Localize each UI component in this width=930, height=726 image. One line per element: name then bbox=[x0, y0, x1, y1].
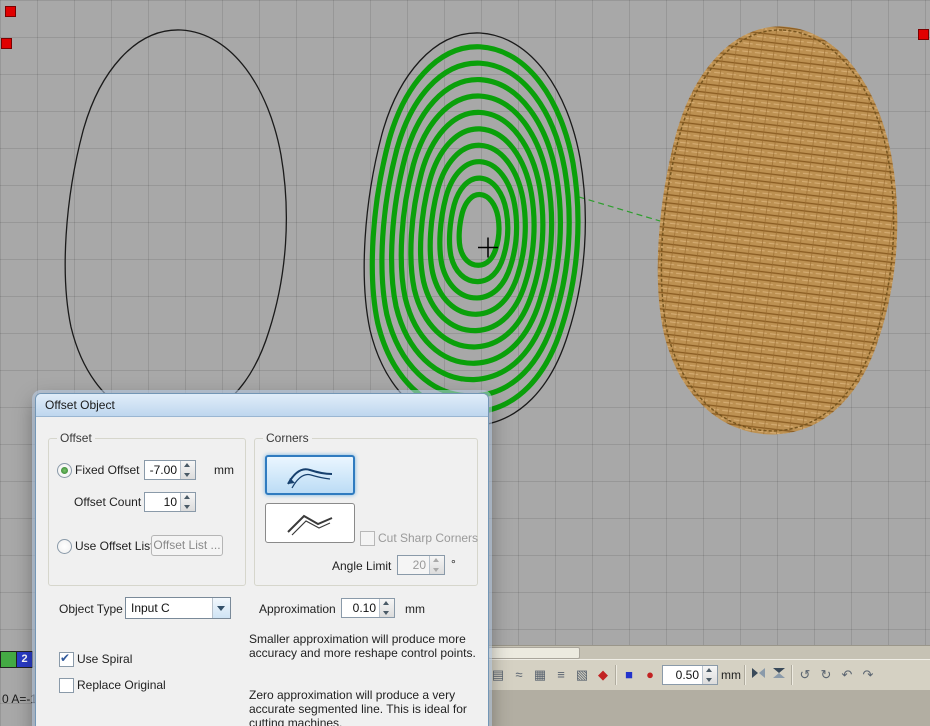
offset-ring bbox=[430, 145, 525, 314]
fixed-offset-unit: mm bbox=[214, 463, 234, 477]
angle-limit-unit: ° bbox=[451, 557, 456, 571]
stitched-object[interactable] bbox=[661, 30, 893, 431]
toolbar-separator bbox=[744, 665, 746, 685]
replace-original-checkbox[interactable] bbox=[59, 678, 74, 693]
offset-list-button[interactable]: Offset List ... bbox=[151, 535, 223, 556]
outline-icon[interactable]: ▤ bbox=[489, 665, 507, 685]
offset-group-label: Offset bbox=[57, 431, 95, 445]
replace-original-label: Replace Original bbox=[77, 678, 166, 692]
cut-sharp-corners-label: Cut Sharp Corners bbox=[378, 531, 478, 545]
approximation-spinner[interactable]: 0.10 bbox=[341, 598, 395, 618]
stitch-length-unit: mm bbox=[721, 668, 741, 682]
stop-diamond-icon[interactable]: ◆ bbox=[594, 665, 612, 685]
machine-dot-icon[interactable]: ● bbox=[641, 665, 659, 685]
chevron-down-icon[interactable] bbox=[212, 598, 230, 618]
offset-object-dialog: Offset Object Offset Fixed Offset -7.00 … bbox=[35, 393, 489, 726]
design-canvas: 2 0 A=-14 ▤ ≈ ▦ ≡ ▧ ◆ ■ ● 0.50 mm ↺ ↻ ↶ … bbox=[0, 0, 930, 726]
offset-count-label: Offset Count bbox=[74, 495, 139, 509]
horizontal-scrollbar[interactable] bbox=[486, 645, 930, 659]
dialog-title: Offset Object bbox=[45, 398, 115, 412]
selection-marker[interactable] bbox=[5, 6, 16, 17]
offset-ring bbox=[459, 195, 499, 266]
round-corner-icon bbox=[280, 460, 340, 490]
wave-stitch-icon[interactable]: ≈ bbox=[510, 665, 528, 685]
corners-group-label: Corners bbox=[263, 431, 312, 445]
toolbar-separator bbox=[791, 665, 793, 685]
toolbar-separator bbox=[615, 665, 617, 685]
outline-object[interactable] bbox=[65, 30, 286, 423]
flip-horizontal-icon[interactable] bbox=[749, 665, 767, 685]
corner-style-round-button[interactable] bbox=[265, 455, 355, 495]
offset-group: Offset Fixed Offset -7.00 mm Offset Coun… bbox=[48, 438, 246, 586]
flip-vertical-icon[interactable] bbox=[770, 665, 788, 685]
selection-marker[interactable] bbox=[1, 38, 12, 49]
sharp-corner-icon bbox=[280, 508, 340, 538]
rotate-left-icon[interactable]: ↺ bbox=[796, 665, 814, 685]
corners-group: Corners Cut Sharp Corners Angle Limit 20 bbox=[254, 438, 478, 586]
approximation-note-2: Zero approximation will produce a very a… bbox=[249, 688, 481, 726]
offset-spiral-object[interactable] bbox=[364, 33, 585, 426]
dialog-titlebar[interactable]: Offset Object bbox=[36, 394, 488, 417]
object-type-value: Input C bbox=[126, 598, 212, 618]
fixed-offset-spinner[interactable]: -7.00 bbox=[144, 460, 196, 480]
palette-color-2[interactable]: 2 bbox=[16, 651, 33, 668]
approximation-note-1: Smaller approximation will produce more … bbox=[249, 632, 481, 660]
offset-count-spinner[interactable]: 10 bbox=[144, 492, 196, 512]
angle-limit-spinner[interactable]: 20 bbox=[397, 555, 445, 575]
approximation-unit: mm bbox=[405, 602, 425, 616]
use-offset-list-label: Use Offset List bbox=[75, 539, 153, 553]
hatch-icon[interactable]: ▧ bbox=[573, 665, 591, 685]
use-spiral-label: Use Spiral bbox=[77, 652, 132, 666]
angle-limit-label: Angle Limit bbox=[332, 559, 391, 573]
undo-icon[interactable]: ↶ bbox=[838, 665, 856, 685]
cut-sharp-corners-checkbox[interactable] bbox=[360, 531, 375, 546]
selection-marker[interactable] bbox=[918, 29, 929, 40]
scrollbar-thumb[interactable] bbox=[488, 647, 580, 659]
corner-style-sharp-button[interactable] bbox=[265, 503, 355, 543]
color-block-icon[interactable]: ■ bbox=[620, 665, 638, 685]
approximation-label: Approximation bbox=[259, 602, 336, 616]
rotate-right-icon[interactable]: ↻ bbox=[817, 665, 835, 685]
redo-icon[interactable]: ↷ bbox=[859, 665, 877, 685]
use-spiral-checkbox[interactable] bbox=[59, 652, 74, 667]
object-type-dropdown[interactable]: Input C bbox=[125, 597, 231, 619]
fill-stitch-icon[interactable]: ▦ bbox=[531, 665, 549, 685]
bottom-toolbar: ▤ ≈ ▦ ≡ ▧ ◆ ■ ● 0.50 mm ↺ ↻ ↶ ↷ bbox=[486, 659, 930, 690]
palette-color-1[interactable] bbox=[0, 651, 17, 668]
use-offset-list-radio[interactable] bbox=[57, 539, 72, 554]
bottom-strip bbox=[486, 690, 930, 726]
object-type-label: Object Type bbox=[59, 602, 123, 616]
lines-icon[interactable]: ≡ bbox=[552, 665, 570, 685]
stitch-length-spinner[interactable]: 0.50 bbox=[662, 665, 718, 685]
fixed-offset-radio[interactable] bbox=[57, 463, 72, 478]
fixed-offset-label: Fixed Offset bbox=[75, 463, 139, 477]
